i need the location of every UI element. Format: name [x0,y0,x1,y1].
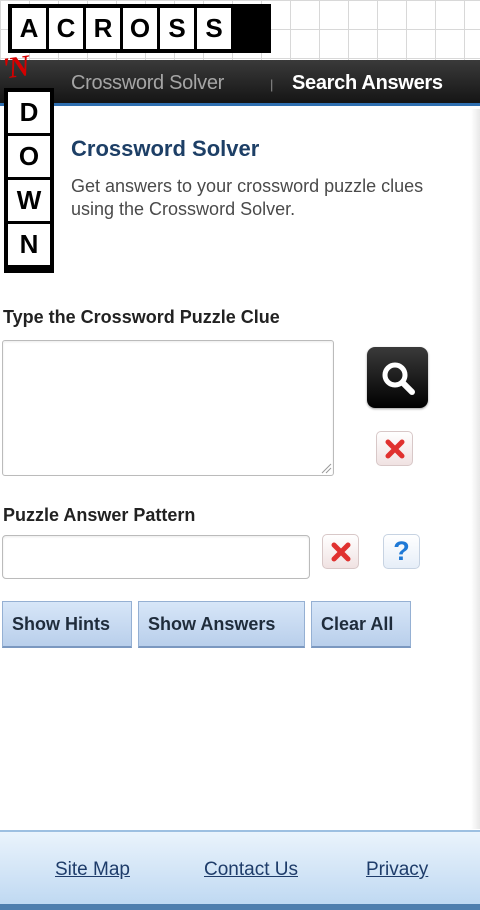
logo-tile: N [8,224,50,265]
page-description: Get answers to your crossword puzzle clu… [71,176,424,219]
footer-link-contact-us[interactable]: Contact Us [204,859,298,881]
logo-across[interactable]: A C R O S S [8,4,271,53]
clear-all-button[interactable]: Clear All [311,601,411,648]
logo-tile: O [8,136,50,177]
footer-link-privacy[interactable]: Privacy [366,859,428,881]
logo-tile: O [123,8,157,49]
page-side-shadow [471,109,480,829]
logo-tile: S [160,8,194,49]
logo-tile: A [12,8,46,49]
logo-tile: D [8,92,50,133]
show-answers-button[interactable]: Show Answers [138,601,305,648]
resize-grip-icon[interactable] [320,462,332,474]
nav-separator: | [270,77,274,92]
logo-down[interactable]: D O W N [4,88,54,273]
clue-textarea[interactable] [2,340,334,476]
logo-tile: C [49,8,83,49]
footer-link-site-map[interactable]: Site Map [55,859,130,881]
clear-pattern-button[interactable] [322,534,359,569]
nav-crossword-solver[interactable]: Crossword Solver [71,72,224,95]
pattern-label: Puzzle Answer Pattern [3,505,196,525]
footer: Site Map Contact Us Privacy [0,830,480,910]
clear-clue-button[interactable] [376,431,413,466]
close-icon [385,439,404,458]
search-button[interactable] [367,347,428,408]
page-title: Crossword Solver [71,136,260,161]
top-navbar: Crossword Solver | Search Answers [0,60,480,106]
nav-search-answers[interactable]: Search Answers [292,72,443,95]
clue-label: Type the Crossword Puzzle Clue [3,307,280,327]
logo-connector: 'N [0,49,31,86]
search-icon [382,362,415,395]
help-button[interactable]: ? [383,534,420,569]
close-icon [331,542,350,561]
pattern-input[interactable] [2,535,310,579]
logo-tile: W [8,180,50,221]
show-hints-button[interactable]: Show Hints [2,601,132,648]
question-icon: ? [393,536,410,566]
logo-tile: R [86,8,120,49]
logo-tile: S [197,8,231,49]
footer-bottom-bar [0,904,480,910]
